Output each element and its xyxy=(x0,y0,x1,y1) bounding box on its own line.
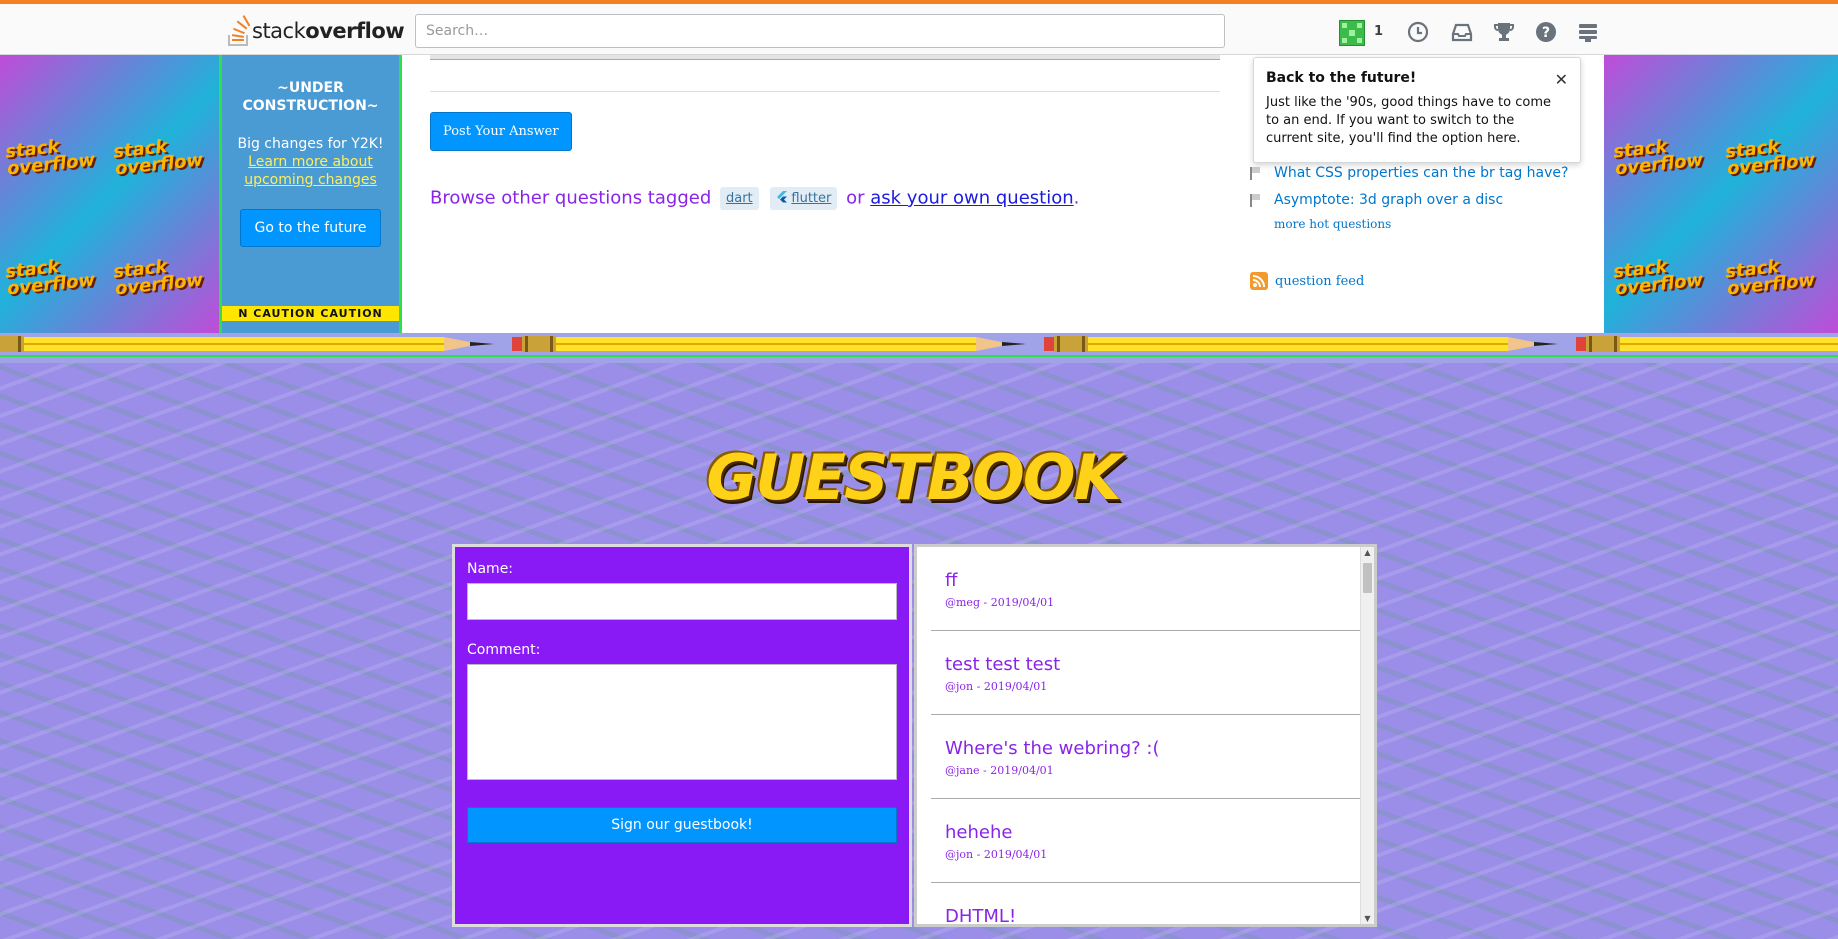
banner-tile: stack overflow xyxy=(1612,136,1704,180)
stack-logo-icon xyxy=(228,15,251,46)
top-bar: stackoverflow Search… 1 ? xyxy=(0,0,1838,55)
sign-guestbook-button[interactable]: Sign our guestbook! xyxy=(467,807,897,843)
comment-field[interactable] xyxy=(467,664,897,780)
svg-text:?: ? xyxy=(1542,25,1550,41)
answer-editor-bottom xyxy=(430,55,1220,60)
banner-tile: stack overflow xyxy=(4,256,96,300)
guestbook-form: Name: Comment: Sign our guestbook! xyxy=(452,544,912,927)
under-construction-text: Big changes for Y2K! Learn more about up… xyxy=(237,136,384,188)
close-icon[interactable]: ✕ xyxy=(1555,70,1568,89)
help-icon[interactable]: ? xyxy=(1534,20,1558,44)
entry-meta: @jon - 2019/04/01 xyxy=(945,848,1048,861)
recent-activity-icon[interactable] xyxy=(1406,20,1430,44)
list-item: Where's the webring? :( @jane - 2019/04/… xyxy=(931,715,1360,799)
divider xyxy=(430,91,1220,92)
site-flag-icon xyxy=(1250,166,1260,180)
scroll-down-icon[interactable]: ▼ xyxy=(1361,914,1374,923)
stackoverflow-logo[interactable]: stackoverflow xyxy=(226,13,405,49)
guestbook-entries[interactable]: ff @meg - 2019/04/01 test test test @jon… xyxy=(914,544,1377,927)
entry-comment: ff xyxy=(945,570,958,591)
browse-tags-line: Browse other questions tagged dart flutt… xyxy=(430,187,1080,210)
hot-network-questions: What CSS properties can the br tag have?… xyxy=(1250,165,1568,231)
left-ad-banner: stack overflow stack overflow stack overflo… xyxy=(0,55,219,333)
banner-tile: stack overflow xyxy=(1724,136,1816,180)
hot-question-item[interactable]: What CSS properties can the br tag have? xyxy=(1250,165,1568,181)
entry-comment: DHTML! xyxy=(945,906,1017,927)
banner-tile: stack overflow xyxy=(112,136,204,180)
tag-flutter[interactable]: flutter xyxy=(770,187,838,210)
tag-dart[interactable]: dart xyxy=(719,187,759,210)
avatar[interactable] xyxy=(1339,20,1365,46)
list-item: test test test @jon - 2019/04/01 xyxy=(931,631,1360,715)
banner-tile: stack overflow xyxy=(1612,256,1704,300)
scroll-up-icon[interactable]: ▲ xyxy=(1361,548,1374,557)
right-ad-banner: stack overflow stack overflow stack overflo… xyxy=(1604,55,1838,333)
more-hot-questions-link[interactable]: more hot questions xyxy=(1274,217,1568,231)
entry-comment: test test test xyxy=(945,654,1061,675)
list-item: DHTML! xyxy=(931,883,1360,927)
banner-tile: stack overflow xyxy=(4,136,96,180)
search-input[interactable]: Search… xyxy=(415,14,1225,48)
flutter-icon xyxy=(777,191,788,203)
reputation-count: 1 xyxy=(1374,24,1384,39)
entry-meta: @jane - 2019/04/01 xyxy=(945,764,1054,777)
banner-tile: stack overflow xyxy=(112,256,204,300)
banner-tile: stack overflow xyxy=(1724,256,1816,300)
post-answer-button[interactable]: Post Your Answer xyxy=(430,112,572,151)
guestbook-title: GUESTBOOK xyxy=(706,441,1121,514)
back-to-future-popover: Back to the future! Just like the '90s, … xyxy=(1253,57,1581,163)
entry-meta: @meg - 2019/04/01 xyxy=(945,596,1055,609)
hot-question-item[interactable]: Asymptote: 3d graph over a disc xyxy=(1250,192,1568,208)
comment-label: Comment: xyxy=(467,642,541,658)
question-feed-link[interactable]: question feed xyxy=(1250,272,1364,290)
under-construction-title: ~UNDER CONSTRUCTION~ xyxy=(242,80,379,114)
go-to-future-button[interactable]: Go to the future xyxy=(240,209,381,247)
achievements-trophy-icon[interactable] xyxy=(1492,20,1516,44)
logo-text: stackoverflow xyxy=(252,19,405,43)
learn-more-link[interactable]: Learn more about upcoming changes xyxy=(244,154,377,188)
rss-icon xyxy=(1250,272,1268,290)
caution-tape: N CAUTION CAUTION xyxy=(222,306,399,321)
entry-meta: @jon - 2019/04/01 xyxy=(945,680,1048,693)
under-construction-panel: ~UNDER CONSTRUCTION~ Big changes for Y2K… xyxy=(219,55,402,333)
inbox-icon[interactable] xyxy=(1450,20,1474,44)
site-flag-icon xyxy=(1250,193,1260,207)
site-switcher-icon[interactable] xyxy=(1576,20,1600,44)
name-label: Name: xyxy=(467,561,514,577)
entry-comment: hehehe xyxy=(945,822,1013,843)
scrollbar-thumb[interactable] xyxy=(1363,563,1372,593)
popover-body: Just like the '90s, good things have to … xyxy=(1266,95,1551,146)
pencil-divider xyxy=(0,333,1838,363)
pencil-strip-icon xyxy=(0,336,1838,357)
ask-question-link[interactable]: ask your own question xyxy=(870,188,1073,209)
list-item: hehehe @jon - 2019/04/01 xyxy=(931,799,1360,883)
popover-title: Back to the future! xyxy=(1266,70,1417,86)
list-item: ff @meg - 2019/04/01 xyxy=(931,547,1360,631)
entry-comment: Where's the webring? :( xyxy=(945,738,1160,759)
name-field[interactable] xyxy=(467,583,897,620)
entries-scrollbar[interactable]: ▲ ▼ xyxy=(1360,547,1374,924)
